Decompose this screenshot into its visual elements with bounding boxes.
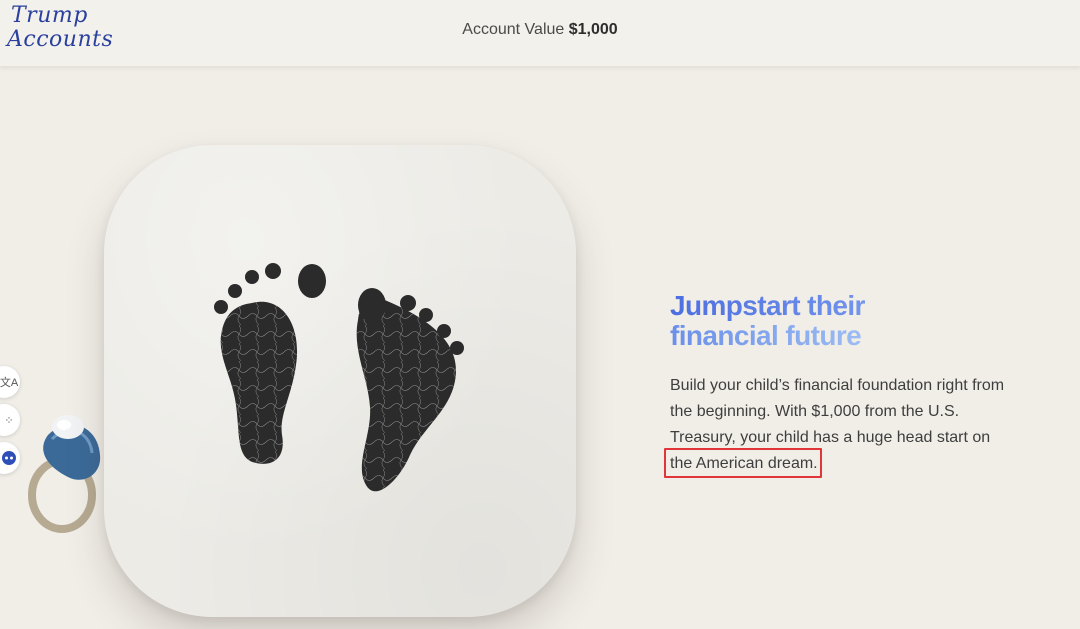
translate-button[interactable]: 文A	[0, 366, 20, 398]
headline-line-1: Jumpstart their	[670, 291, 990, 321]
account-value-display: Account Value $1,000	[0, 21, 1080, 39]
page: Trump Accounts Account Value $1,000 文A ⁘…	[0, 0, 1080, 629]
top-header: Trump Accounts Account Value $1,000	[0, 0, 1080, 67]
translate-icon: 文A	[0, 377, 19, 389]
highlight-box	[664, 448, 822, 478]
headline-line-2: financial future	[670, 321, 990, 351]
footprints-card	[104, 145, 576, 617]
assistant-face-icon	[2, 451, 16, 465]
account-value-label: Account Value	[462, 21, 565, 38]
apps-button[interactable]: ⁘	[0, 404, 20, 436]
hero-headline: Jumpstart their financial future	[670, 291, 990, 351]
right-footprint	[356, 288, 464, 492]
account-value-amount: $1,000	[568, 21, 618, 38]
assistant-button[interactable]	[0, 442, 20, 474]
description-line-2: the beginning. With $1,000 from the U.S.	[670, 403, 960, 420]
left-footprint	[214, 263, 326, 464]
description-line-1: Build your child’s financial foundation …	[670, 377, 1005, 394]
apps-grid-icon: ⁘	[4, 414, 14, 427]
baby-footprints-image	[214, 263, 464, 492]
